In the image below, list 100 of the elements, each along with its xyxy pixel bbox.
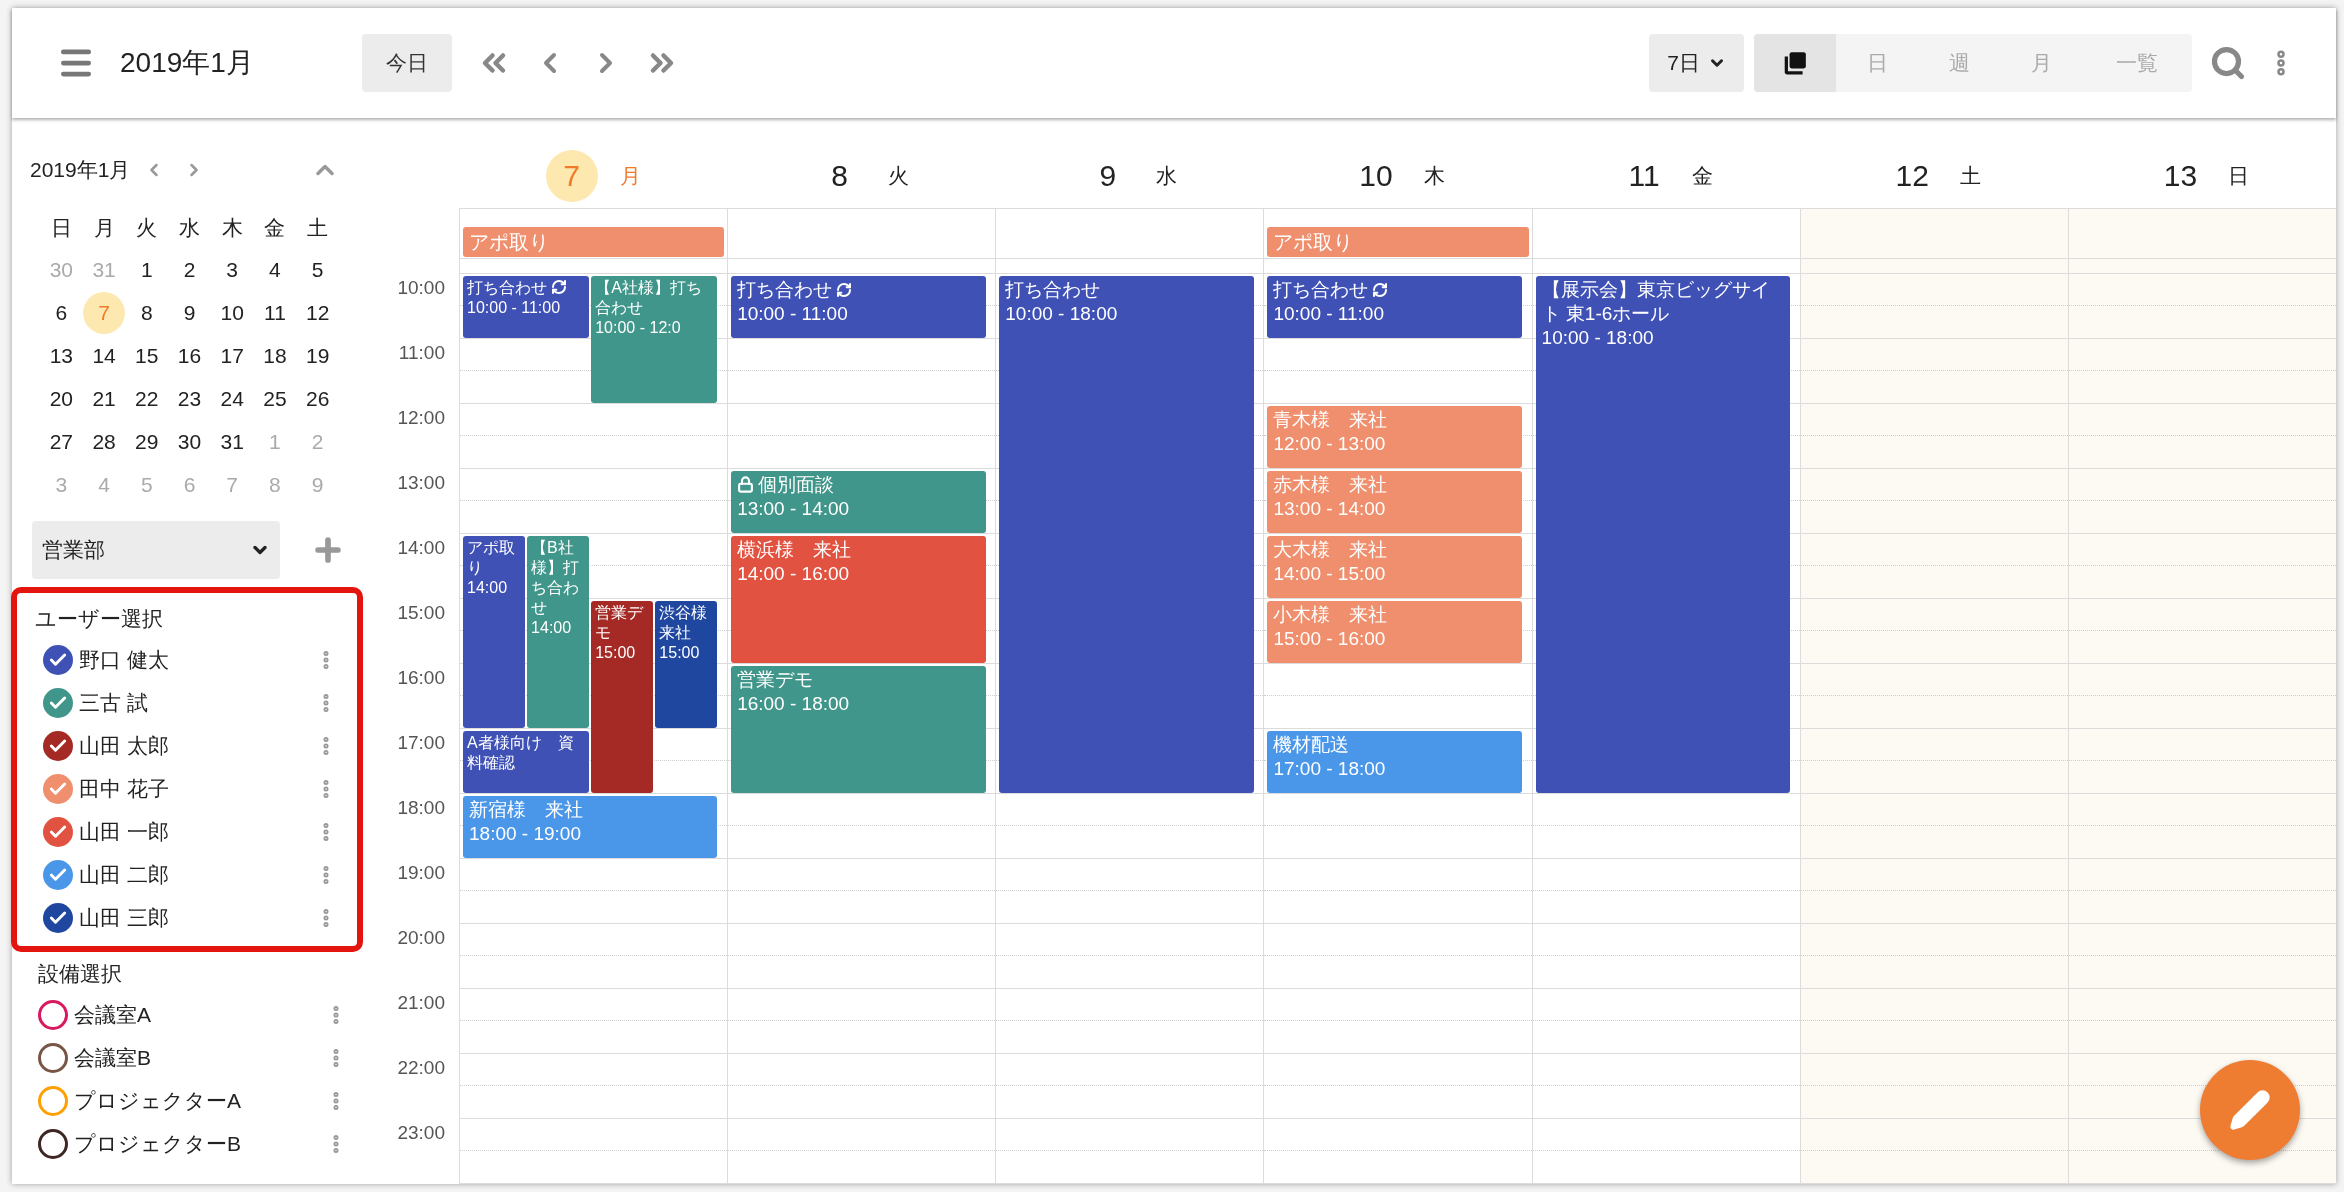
weekday-label: 月 <box>92 214 116 241</box>
checkbox[interactable] <box>43 817 73 847</box>
date-cell[interactable]: 18 <box>253 335 296 377</box>
date-cell[interactable]: 13 <box>40 335 83 377</box>
list-item-label: 三古 試 <box>79 690 148 717</box>
event-block[interactable]: 【展示会】東京ビッグサイト 東1-6ホール 10:00 - 18:00 <box>1535 276 1790 793</box>
event-block[interactable]: アポ取り 14:00 <box>463 536 526 728</box>
event-block[interactable]: 個別面談 13:00 - 14:00 <box>731 471 986 533</box>
date-cell[interactable]: 22 <box>125 378 168 420</box>
event-block[interactable]: 営業デモ 16:00 - 18:00 <box>731 666 986 793</box>
date-cell[interactable]: 20 <box>40 378 83 420</box>
search-icon[interactable] <box>2210 45 2246 81</box>
event-title: 営業デモ <box>595 604 644 641</box>
event-title: 【展示会】東京ビッグサイト 東1-6ホール <box>1541 279 1770 324</box>
weekday-label: 火 <box>887 163 909 190</box>
range-dropdown[interactable]: 7日 <box>1649 34 1744 92</box>
event-block[interactable]: 営業デモ 15:00 <box>591 601 654 793</box>
date-cell[interactable]: 30 <box>168 421 211 463</box>
event-time: 15:00 <box>595 643 637 663</box>
date-cell[interactable]: 24 <box>211 378 254 420</box>
event-title: 【B社様】打ち合わせ <box>531 539 580 616</box>
checkbox[interactable] <box>43 774 73 804</box>
checkbox[interactable] <box>38 1000 68 1030</box>
view-tab[interactable] <box>1754 34 1836 92</box>
hour-label: 23:00 <box>397 1122 445 1144</box>
checkbox[interactable] <box>43 688 73 718</box>
date-cell[interactable]: 31 <box>211 421 254 463</box>
hour-label: 18:00 <box>397 797 445 819</box>
day-number: 13 <box>2162 158 2199 195</box>
date-cell[interactable]: 15 <box>125 335 168 377</box>
checkbox[interactable] <box>38 1043 68 1073</box>
date-cell[interactable]: 17 <box>211 335 254 377</box>
event-block[interactable]: A者様向け 資料確認 <box>463 731 590 793</box>
list-item-label: 会議室A <box>74 1002 151 1029</box>
checkbox[interactable] <box>38 1129 68 1159</box>
event-time: 18:00 - 19:00 <box>469 822 582 846</box>
event-title: 新宿様 来社 <box>469 799 583 820</box>
event-block[interactable]: 【B社様】打ち合わせ 14:00 <box>527 536 590 728</box>
weekday-label: 水 <box>178 214 201 241</box>
weekday-label: 水 <box>1155 163 1177 190</box>
date-cell[interactable]: 23 <box>168 378 211 420</box>
date-cell[interactable]: 26 <box>296 378 339 420</box>
hour-label: 13:00 <box>397 472 445 494</box>
checkbox[interactable] <box>38 1086 68 1116</box>
checkbox[interactable] <box>43 645 73 675</box>
date-cell[interactable]: 14 <box>83 335 126 377</box>
date-cell[interactable]: 1 <box>125 249 168 291</box>
date-cell[interactable]: 27 <box>40 421 83 463</box>
pencil-icon <box>2229 1089 2271 1131</box>
event-title: 機材配送 <box>1273 734 1350 755</box>
hour-label: 12:00 <box>397 407 445 429</box>
day-number: 11 <box>1627 158 1661 195</box>
event-title: 打ち合わせ <box>1273 279 1369 300</box>
date-cell[interactable]: 5 <box>296 249 339 291</box>
event-time: 17:00 - 18:00 <box>1273 757 1387 781</box>
date-cell[interactable]: 21 <box>83 378 126 420</box>
date-cell[interactable]: 12 <box>296 292 339 334</box>
list-item-label: 田中 花子 <box>79 776 169 803</box>
event-time: 14:00 - 16:00 <box>737 562 851 586</box>
date-cell[interactable]: 19 <box>296 335 339 377</box>
checkbox[interactable] <box>43 731 73 761</box>
date-cell[interactable]: 10 <box>211 292 254 334</box>
date-cell[interactable]: 29 <box>125 421 168 463</box>
event-block[interactable]: 打ち合わせ 10:00 - 11:00 <box>463 276 590 338</box>
date-cell[interactable]: 4 <box>253 249 296 291</box>
checkbox[interactable] <box>43 860 73 890</box>
hour-label: 10:00 <box>397 277 445 299</box>
date-cell[interactable]: 2 <box>168 249 211 291</box>
event-title: 個別面談 <box>758 474 835 495</box>
event-time: 10:00 - 18:00 <box>1005 302 1119 326</box>
weekday-label: 月 <box>619 163 641 190</box>
date-cell[interactable]: 11 <box>253 292 296 334</box>
hour-label: 19:00 <box>397 862 445 884</box>
mini-calendar-title: 2019年1月 <box>30 157 131 183</box>
event-block[interactable]: 【A社様】打ち合わせ 10:00 - 12:0 <box>591 276 718 403</box>
event-block[interactable]: 打ち合わせ 10:00 - 11:00 <box>1267 276 1522 338</box>
list-item-label: 山田 太郎 <box>79 733 169 760</box>
section-heading: ユーザー選択 <box>34 605 164 632</box>
weekday-label: 日 <box>49 214 73 241</box>
event-block[interactable]: 打ち合わせ 10:00 - 11:00 <box>731 276 986 338</box>
hour-label: 14:00 <box>397 537 445 559</box>
date-cell[interactable]: 3 <box>211 249 254 291</box>
event-block[interactable]: 横浜様 来社 14:00 - 16:00 <box>731 536 986 663</box>
department-select[interactable]: 営業部 <box>32 520 280 579</box>
list-item-label: 会議室B <box>74 1045 151 1072</box>
event-time: 15:00 <box>659 643 701 663</box>
event-block[interactable]: 渋谷様来社 15:00 <box>655 601 718 728</box>
event-time: 14:00 - 15:00 <box>1273 562 1387 586</box>
checkbox[interactable] <box>43 903 73 933</box>
date-cell[interactable]: 9 <box>168 292 211 334</box>
date-cell[interactable]: 25 <box>253 378 296 420</box>
today-button[interactable]: 今日 <box>361 34 452 92</box>
event-block[interactable]: 打ち合わせ 10:00 - 18:00 <box>999 276 1254 793</box>
event-title: 小木様 来社 <box>1273 604 1388 625</box>
date-cell[interactable]: 6 <box>40 292 83 334</box>
list-item-label: プロジェクターA <box>74 1088 241 1115</box>
date-cell[interactable]: 16 <box>168 335 211 377</box>
hour-label: 20:00 <box>397 927 445 949</box>
date-cell[interactable]: 8 <box>125 292 168 334</box>
date-cell[interactable]: 28 <box>83 421 126 463</box>
